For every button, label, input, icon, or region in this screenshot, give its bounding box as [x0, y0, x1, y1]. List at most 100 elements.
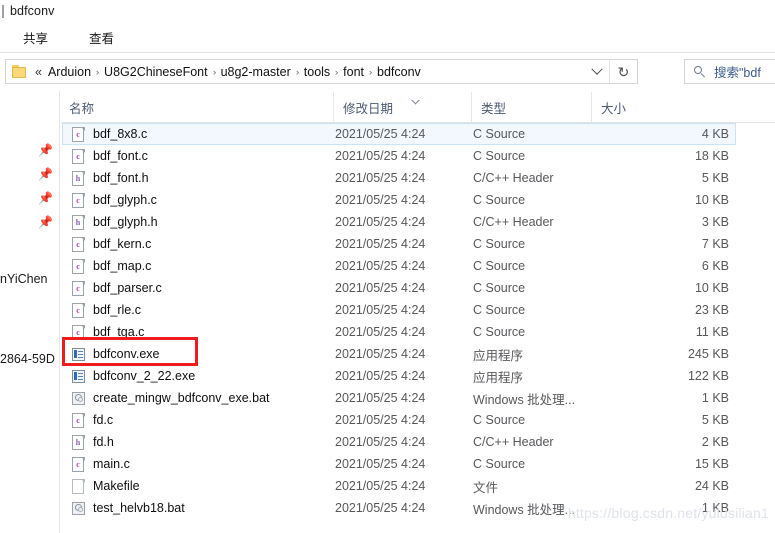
table-row[interactable]: c bdf_glyph.c 2021/05/25 4:24 C Source 10 KB — [62, 189, 736, 211]
table-row[interactable]: c bdf_rle.c 2021/05/25 4:24 C Source 23 KB — [62, 299, 736, 321]
file-name-cell: create_mingw_bdfconv_exe.bat — [72, 391, 270, 406]
file-date-modified: 2021/05/25 4:24 — [335, 369, 426, 383]
c-header-icon: h — [72, 170, 85, 186]
table-row[interactable]: create_mingw_bdfconv_exe.bat 2021/05/25 4… — [62, 387, 736, 409]
file-name: bdf_map.c — [93, 259, 152, 273]
c-source-icon: c — [72, 236, 85, 252]
c-source-icon: c — [72, 258, 85, 274]
chevron-right-icon[interactable]: › — [334, 67, 340, 77]
file-name: bdfconv.exe — [93, 347, 160, 361]
file-name-cell: c bdf_8x8.c — [72, 126, 147, 142]
c-header-icon: h — [72, 214, 85, 230]
pin-icon[interactable]: 📌 — [38, 168, 53, 181]
column-header-date[interactable]: 修改日期 — [333, 92, 471, 122]
file-type: C Source — [473, 193, 526, 207]
file-type: C/C++ Header — [473, 215, 554, 229]
search-icon — [694, 65, 706, 78]
file-date-modified: 2021/05/25 4:24 — [335, 325, 426, 339]
file-type: 应用程序 — [473, 348, 524, 363]
breadcrumb-overflow[interactable]: « — [35, 65, 42, 79]
table-row[interactable]: c bdf_map.c 2021/05/25 4:24 C Source 6 KB — [62, 255, 736, 277]
pin-icon[interactable]: 📌 — [38, 192, 53, 205]
breadcrumb-item-bdfconv[interactable]: bdfconv — [373, 64, 425, 80]
table-row[interactable]: c bdf_font.c 2021/05/25 4:24 C Source 18 KB — [62, 145, 736, 167]
c-source-icon: c — [72, 126, 85, 142]
chevron-right-icon[interactable]: › — [95, 67, 101, 77]
column-header-type[interactable]: 类型 — [471, 92, 591, 122]
file-size: 3 KB — [701, 215, 729, 229]
c-source-icon: c — [72, 412, 85, 428]
breadcrumb-bar[interactable]: « Arduion › U8G2ChineseFont › u8g2-maste… — [5, 59, 638, 84]
file-date-modified: 2021/05/25 4:24 — [335, 237, 426, 251]
table-row[interactable]: c bdf_parser.c 2021/05/25 4:24 C Source 10 K… — [62, 277, 736, 299]
breadcrumb-item-u8g2chinesefont[interactable]: U8G2ChineseFont — [100, 64, 212, 80]
file-type: C Source — [473, 325, 526, 339]
table-row[interactable]: bdfconv.exe 2021/05/25 4:24 应用程序 245 KB — [62, 343, 736, 365]
refresh-icon: ↻ — [617, 63, 630, 80]
column-header-name[interactable]: 名称 — [61, 92, 333, 122]
nav-item-user-folder[interactable]: nYiChen — [0, 272, 48, 286]
file-name: bdf_tga.c — [93, 325, 145, 339]
table-row[interactable]: bdfconv_2_22.exe 2021/05/25 4:24 应用程序 122 K… — [62, 365, 736, 387]
file-size: 7 KB — [701, 237, 729, 251]
file-date-modified: 2021/05/25 4:24 — [335, 347, 426, 361]
table-row[interactable]: h bdf_font.h 2021/05/25 4:24 C/C++ Header 5 … — [62, 167, 736, 189]
file-date-modified: 2021/05/25 4:24 — [335, 457, 426, 471]
refresh-button[interactable]: ↻ — [609, 60, 637, 83]
chevron-right-icon[interactable]: › — [294, 67, 300, 77]
sort-ascending-icon — [411, 100, 420, 105]
file-name-cell: c bdf_parser.c — [72, 280, 162, 296]
c-source-icon: c — [72, 456, 85, 472]
file-size: 245 KB — [687, 347, 729, 361]
file-name: bdf_glyph.h — [93, 215, 158, 229]
search-input[interactable]: 搜索"bdf — [684, 59, 775, 84]
file-date-modified: 2021/05/25 4:24 — [335, 479, 426, 493]
file-date-modified: 2021/05/25 4:24 — [335, 171, 426, 185]
pin-icon[interactable]: 📌 — [38, 216, 53, 229]
table-row[interactable]: c bdf_kern.c 2021/05/25 4:24 C Source 7 KB — [62, 233, 736, 255]
file-type: C Source — [473, 259, 526, 273]
tab-share[interactable]: 共享 — [19, 26, 52, 49]
breadcrumb-item-u8g2-master[interactable]: u8g2-master — [217, 64, 295, 80]
file-type: C/C++ Header — [473, 435, 554, 449]
table-row[interactable]: c main.c 2021/05/25 4:24 C Source 15 KB — [62, 453, 736, 475]
file-date-modified: 2021/05/25 4:24 — [335, 413, 426, 427]
file-type: 文件 — [473, 480, 499, 495]
table-row[interactable]: Makefile 2021/05/25 4:24 文件 24 KB — [62, 475, 736, 497]
plain-file-icon — [72, 478, 85, 494]
file-name-cell: test_helvb18.bat — [72, 501, 185, 516]
address-history-dropdown-button[interactable] — [585, 60, 609, 83]
c-source-icon: c — [72, 302, 85, 318]
file-name-cell: c fd.c — [72, 412, 113, 428]
breadcrumb-item-arduion[interactable]: Arduion — [44, 64, 95, 80]
file-list[interactable]: c bdf_8x8.c 2021/05/25 4:24 C Source 4 KB c bd… — [61, 123, 775, 533]
breadcrumb: « Arduion › U8G2ChineseFont › u8g2-maste… — [35, 64, 425, 80]
table-row[interactable]: h bdf_glyph.h 2021/05/25 4:24 C/C++ Header 3… — [62, 211, 736, 233]
file-name: bdf_glyph.c — [93, 193, 157, 207]
file-name-cell: c bdf_font.c — [72, 148, 148, 164]
file-size: 15 KB — [694, 457, 729, 471]
table-row[interactable]: c fd.c 2021/05/25 4:24 C Source 5 KB — [62, 409, 736, 431]
table-row[interactable]: c bdf_tga.c 2021/05/25 4:24 C Source 11 KB — [62, 321, 736, 343]
c-source-icon: c — [72, 324, 85, 340]
window-title: bdfconv — [10, 4, 55, 18]
breadcrumb-item-font[interactable]: font — [339, 64, 368, 80]
nav-item-drive[interactable]: 2864-59D — [0, 352, 55, 366]
breadcrumb-item-tools[interactable]: tools — [300, 64, 334, 80]
table-row[interactable]: h fd.h 2021/05/25 4:24 C/C++ Header 2 KB — [62, 431, 736, 453]
file-date-modified: 2021/05/25 4:24 — [335, 281, 426, 295]
file-date-modified: 2021/05/25 4:24 — [335, 193, 426, 207]
batch-file-icon — [72, 501, 85, 516]
file-date-modified: 2021/05/25 4:24 — [335, 215, 426, 229]
application-icon — [72, 347, 85, 362]
table-row[interactable]: c bdf_8x8.c 2021/05/25 4:24 C Source 4 KB — [62, 123, 736, 145]
file-size: 6 KB — [701, 259, 729, 273]
file-name: Makefile — [93, 479, 140, 493]
pin-icon[interactable]: 📌 — [38, 144, 53, 157]
column-header-size[interactable]: 大小 — [591, 92, 676, 122]
file-name-cell: c bdf_tga.c — [72, 324, 145, 340]
chevron-right-icon[interactable]: › — [368, 67, 374, 77]
chevron-right-icon[interactable]: › — [211, 67, 217, 77]
tab-view[interactable]: 查看 — [85, 26, 118, 49]
column-header-size-label: 大小 — [601, 101, 627, 116]
